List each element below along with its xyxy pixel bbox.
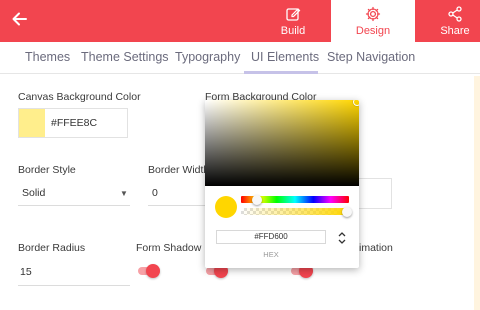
nav-build-button[interactable]: Build: [265, 0, 321, 42]
border-radius-input[interactable]: 15: [18, 260, 130, 286]
hidden-field-edge[interactable]: [359, 178, 392, 209]
form-shadow-label: Form Shadow: [136, 242, 202, 254]
nav-share-button[interactable]: Share: [430, 0, 480, 42]
sv-handle[interactable]: [353, 100, 359, 106]
animation-label: imation: [359, 242, 393, 254]
edit-icon: [285, 5, 301, 23]
tab-typography[interactable]: Typography: [175, 42, 240, 74]
border-width-label: Border Width: [148, 164, 210, 176]
tab-theme-settings[interactable]: Theme Settings: [81, 42, 169, 74]
alpha-slider-handle[interactable]: [342, 207, 352, 217]
border-radius-value: 15: [20, 266, 32, 278]
settings-tabs: Themes Theme Settings Typography UI Elem…: [0, 42, 480, 74]
nav-design-button[interactable]: Design: [331, 0, 415, 42]
border-width-input[interactable]: 0: [148, 180, 206, 206]
border-radius-label: Border Radius: [18, 242, 86, 254]
form-shadow-toggle[interactable]: [136, 264, 160, 278]
canvas-bg-label: Canvas Background Color: [18, 91, 141, 103]
format-label: HEX: [263, 250, 279, 259]
active-tab-indicator: [244, 71, 318, 74]
chevron-down-icon: ▼: [120, 189, 128, 198]
nav-share-label: Share: [440, 25, 470, 37]
tab-ui-elements[interactable]: UI Elements: [251, 42, 319, 74]
border-width-value: 0: [152, 187, 158, 199]
color-picker-popup: #FFD600 HEX: [205, 100, 359, 268]
arrow-left-icon: [12, 12, 27, 26]
border-style-value: Solid: [22, 187, 46, 199]
tab-themes[interactable]: Themes: [25, 42, 70, 74]
color-preview: [215, 196, 237, 218]
tab-step-navigation[interactable]: Step Navigation: [327, 42, 415, 74]
back-button[interactable]: [8, 8, 30, 30]
format-toggle-button[interactable]: [336, 228, 348, 248]
border-style-select[interactable]: Solid ▼: [18, 180, 130, 206]
top-bar: Build Design Share: [0, 0, 480, 42]
canvas-bg-color-field[interactable]: #FFEE8C: [18, 108, 128, 138]
chevron-up-down-icon: [338, 232, 346, 244]
hue-slider-handle[interactable]: [252, 195, 262, 205]
share-icon: [447, 5, 463, 23]
nav-design-label: Design: [355, 25, 391, 37]
scrollbar-track[interactable]: [474, 76, 480, 310]
hex-input[interactable]: #FFD600: [216, 230, 326, 244]
alpha-slider[interactable]: [241, 208, 349, 215]
toggle-knob: [146, 264, 160, 278]
nav-build-label: Build: [280, 25, 306, 37]
saturation-value-area[interactable]: [205, 100, 359, 186]
gear-icon: [365, 5, 381, 23]
canvas-bg-swatch[interactable]: [19, 109, 45, 137]
border-style-label: Border Style: [18, 164, 76, 176]
canvas-bg-value: #FFEE8C: [51, 117, 98, 129]
